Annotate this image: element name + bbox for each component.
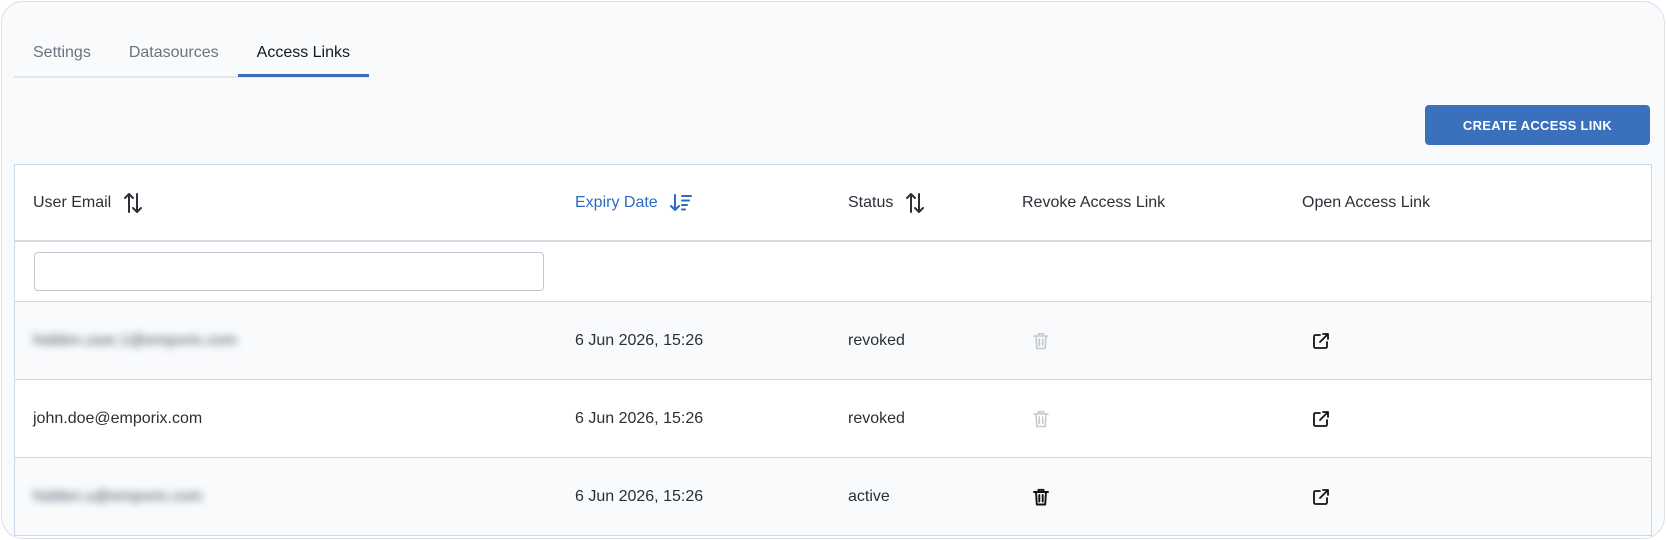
expiry-date-cell: 6 Jun 2026, 15:26 <box>575 409 704 427</box>
revoke-cell <box>1033 458 1049 535</box>
trash-icon <box>1033 332 1049 350</box>
expiry-date-cell: 6 Jun 2026, 15:26 <box>575 331 704 349</box>
open-cell <box>1312 302 1330 379</box>
revoke-cell <box>1033 302 1049 379</box>
column-header-status: Status <box>848 165 925 240</box>
status-cell: active <box>848 487 890 505</box>
column-header-label: Revoke Access Link <box>1022 193 1166 211</box>
user-email-cell: hidden.u@emporix.com <box>33 487 203 505</box>
sort-arrows-icon[interactable] <box>905 192 925 214</box>
user-email-filter-input[interactable] <box>34 252 544 291</box>
trash-icon[interactable] <box>1033 488 1049 506</box>
tab-datasources[interactable]: Datasources <box>110 40 238 78</box>
trash-icon <box>1033 410 1049 428</box>
column-header-label: Open Access Link <box>1302 193 1431 211</box>
tab-settings[interactable]: Settings <box>14 40 110 78</box>
status-cell: revoked <box>848 331 905 349</box>
external-link-icon[interactable] <box>1312 332 1330 350</box>
column-header-expiry-date: Expiry Date <box>575 165 692 240</box>
column-header-label: Expiry Date <box>575 193 658 211</box>
expiry-date-cell: 6 Jun 2026, 15:26 <box>575 487 704 505</box>
create-access-link-button[interactable]: CREATE ACCESS LINK <box>1425 105 1650 145</box>
sort-descending-icon[interactable] <box>669 193 692 213</box>
column-header-open: Open Access Link <box>1302 165 1430 240</box>
column-header-label: User Email <box>33 193 112 211</box>
table-filter-row <box>15 242 1651 302</box>
user-email-cell: john.doe@emporix.com <box>33 409 203 427</box>
tab-access-links[interactable]: Access Links <box>237 40 370 78</box>
table-row: hidden.u@emporix.com 6 Jun 2026, 15:26 a… <box>15 458 1651 536</box>
column-header-revoke: Revoke Access Link <box>1022 165 1165 240</box>
status-cell: revoked <box>848 409 905 427</box>
table-row: hidden.user.1@emporix.com 6 Jun 2026, 15… <box>15 302 1651 380</box>
tab-bar: Settings Datasources Access Links <box>14 40 370 78</box>
open-cell <box>1312 458 1330 535</box>
user-email-cell: hidden.user.1@emporix.com <box>33 331 237 349</box>
table-header-row: User Email Expiry Date Status Revoke Acc… <box>15 165 1651 242</box>
revoke-cell <box>1033 380 1049 457</box>
column-header-label: Status <box>848 193 894 211</box>
table-row: john.doe@emporix.com 6 Jun 2026, 15:26 r… <box>15 380 1651 458</box>
access-links-panel: Settings Datasources Access Links CREATE… <box>1 1 1665 539</box>
access-links-table: User Email Expiry Date Status Revoke Acc… <box>14 164 1652 538</box>
external-link-icon[interactable] <box>1312 488 1330 506</box>
external-link-icon[interactable] <box>1312 410 1330 428</box>
column-header-user-email: User Email <box>33 165 143 240</box>
sort-arrows-icon[interactable] <box>123 192 143 214</box>
open-cell <box>1312 380 1330 457</box>
